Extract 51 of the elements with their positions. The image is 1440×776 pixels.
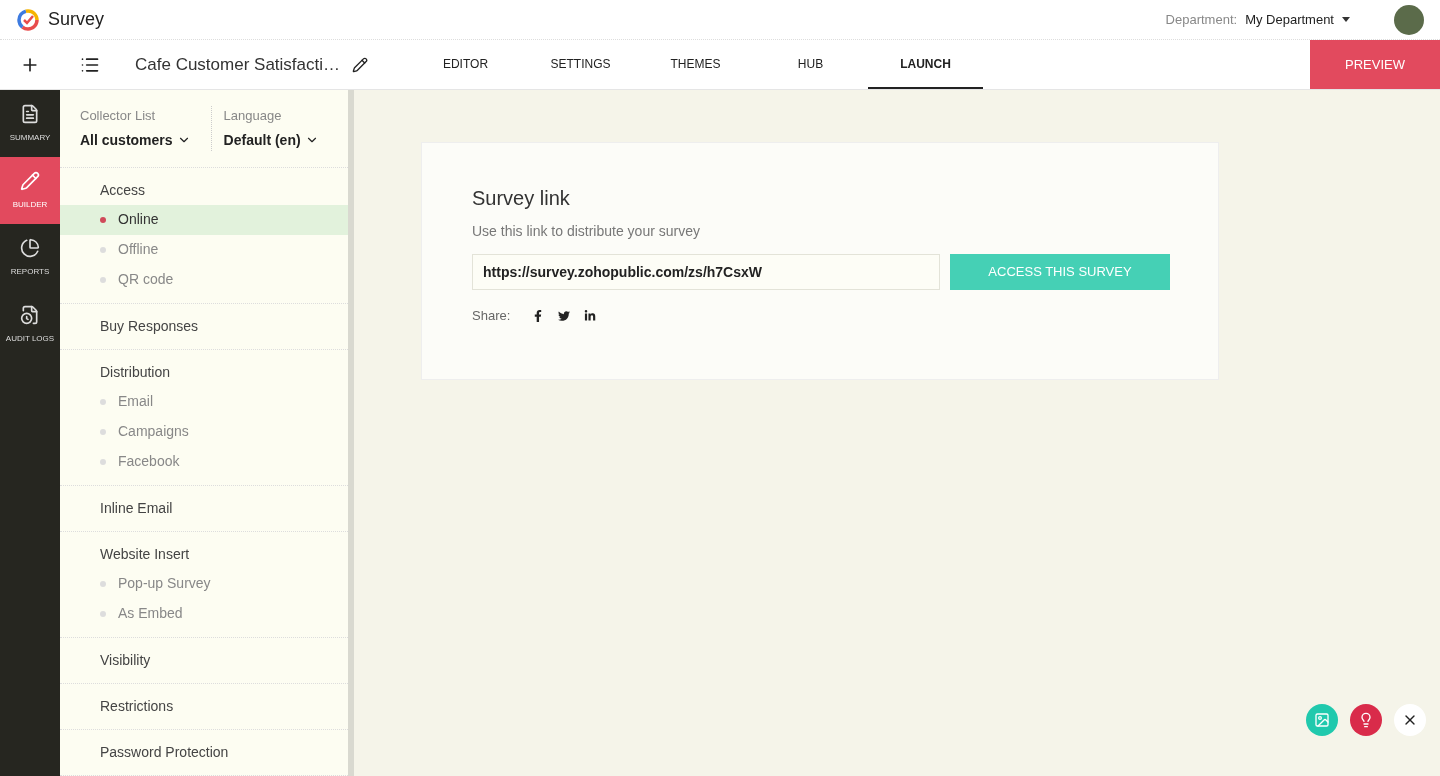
nav-section[interactable]: Access <box>60 167 348 205</box>
filter-dropdown[interactable]: All customers <box>80 129 191 151</box>
pencil-icon <box>20 170 40 191</box>
nav-section[interactable]: Restrictions <box>60 683 348 721</box>
pie-chart-icon <box>20 237 40 258</box>
nav-item[interactable]: Facebook <box>60 446 348 477</box>
edit-icon[interactable] <box>352 56 368 73</box>
nav-item[interactable]: As Embed <box>60 598 348 629</box>
document-icon <box>20 103 40 124</box>
linkedin-icon[interactable] <box>584 309 597 322</box>
nav-item[interactable]: Campaigns <box>60 416 348 447</box>
survey-title: Cafe Customer Satisfacti… <box>135 53 340 76</box>
department-label: Department: <box>1165 10 1238 29</box>
card-title: Survey link <box>472 186 571 211</box>
lightbulb-icon <box>1358 712 1374 728</box>
card-subtitle: Use this link to distribute your survey <box>472 222 701 241</box>
rail-item[interactable]: BUILDER <box>0 157 60 224</box>
department-dropdown[interactable]: My Department <box>1245 9 1350 30</box>
filter-label: Language <box>223 107 283 125</box>
nav-section[interactable]: Password Protection <box>60 729 348 767</box>
avatar[interactable] <box>1394 4 1424 35</box>
nav-tab[interactable]: THEMES <box>638 40 753 89</box>
filter-dropdown[interactable]: Default (en) <box>223 129 319 151</box>
preview-button[interactable]: PREVIEW <box>1310 40 1440 89</box>
close-button[interactable] <box>1394 704 1426 736</box>
nav-tab[interactable]: SETTINGS <box>523 40 638 89</box>
nav-section[interactable]: Buy Responses <box>60 303 348 341</box>
app-name: Survey <box>48 8 105 31</box>
nav-item[interactable]: QR code <box>60 264 348 295</box>
nav-item[interactable]: Offline <box>60 234 348 265</box>
twitter-icon[interactable] <box>558 309 571 322</box>
link-field[interactable]: https://survey.zohopublic.com/zs/h7CsxW <box>472 254 940 290</box>
rail-item[interactable]: AUDIT LOGS <box>0 291 60 358</box>
nav-section[interactable]: Inline Email <box>60 485 348 523</box>
logo-icon <box>16 7 40 32</box>
rail-item[interactable]: REPORTS <box>0 224 60 291</box>
nav-section[interactable]: Visibility <box>60 637 348 675</box>
nav-item[interactable]: Pop-up Survey <box>60 568 348 599</box>
nav-tab[interactable]: EDITOR <box>408 40 523 89</box>
nav-section[interactable]: Website Insert <box>60 531 348 569</box>
rail-item[interactable]: SUMMARY <box>0 90 60 157</box>
nav-section[interactable]: Distribution <box>60 349 348 387</box>
nav-tab[interactable]: HUB <box>753 40 868 89</box>
image-icon <box>1314 712 1330 728</box>
document-clock-icon <box>20 304 40 325</box>
nav-item[interactable]: Email <box>60 386 348 417</box>
share-label: Share: <box>472 307 511 325</box>
caret-icon <box>1342 17 1350 22</box>
lightbulb-button[interactable] <box>1350 704 1382 736</box>
nav-item[interactable]: Online <box>60 204 348 235</box>
filter-label: Collector List <box>80 107 157 125</box>
